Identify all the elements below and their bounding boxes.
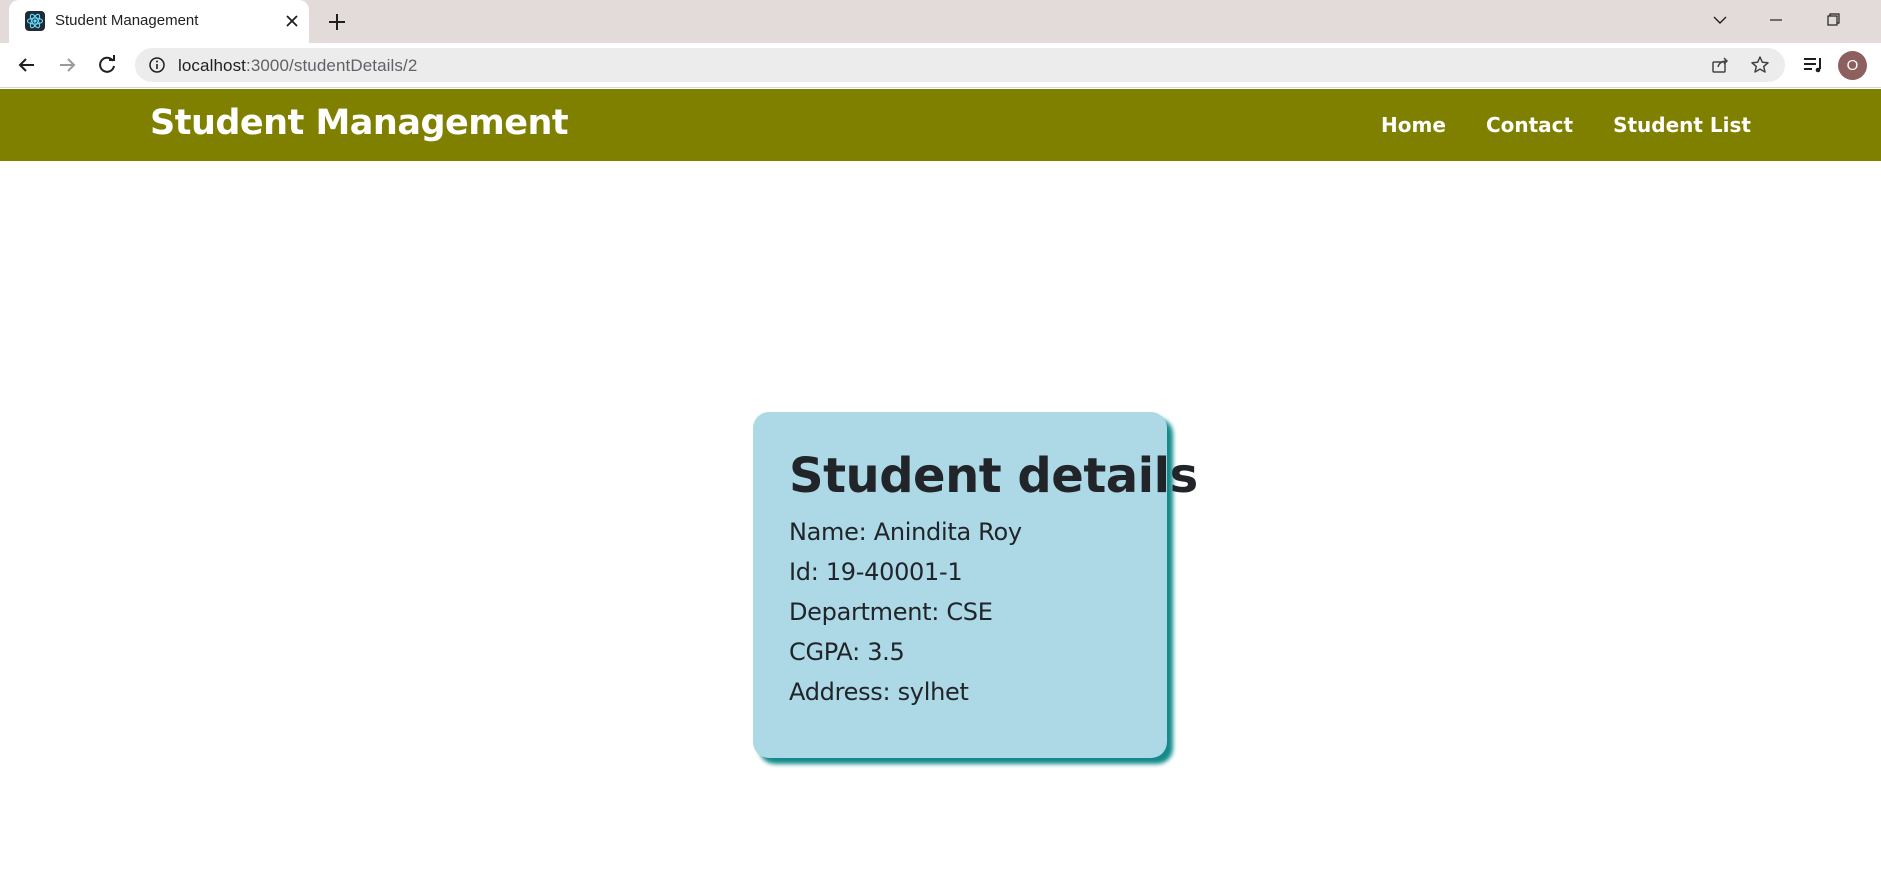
url-text[interactable]: localhost:3000/studentDetails/2 <box>178 56 417 76</box>
student-department: Department: CSE <box>789 598 993 626</box>
browser-toolbar: localhost:3000/studentDetails/2 O <box>0 43 1881 88</box>
nav-links: Home Contact Student List <box>1381 89 1751 161</box>
close-icon[interactable] <box>281 10 303 32</box>
share-icon[interactable] <box>1710 55 1730 75</box>
browser-tab[interactable]: Student Management <box>9 0 309 43</box>
address-bar[interactable]: localhost:3000/studentDetails/2 <box>135 48 1785 82</box>
react-favicon-icon <box>25 11 45 31</box>
card-title: Student details <box>789 448 1198 504</box>
forward-arrow-icon[interactable] <box>54 52 80 78</box>
reading-list-icon[interactable] <box>1801 53 1825 77</box>
student-details-card: Student details Name: Anindita Roy Id: 1… <box>753 412 1198 758</box>
restore-icon[interactable] <box>1819 8 1847 32</box>
url-host: localhost <box>178 56 246 75</box>
student-cgpa: CGPA: 3.5 <box>789 638 905 666</box>
tab-title: Student Management <box>55 12 199 29</box>
nav-link-contact[interactable]: Contact <box>1486 113 1573 137</box>
chevron-down-icon[interactable] <box>1706 8 1734 32</box>
info-icon[interactable] <box>148 56 166 74</box>
reload-icon[interactable] <box>94 52 120 78</box>
profile-avatar[interactable]: O <box>1838 51 1867 80</box>
app-navbar: Student Management Home Contact Student … <box>0 89 1881 161</box>
browser-tab-strip: Student Management <box>0 0 1881 43</box>
student-id: Id: 19-40001-1 <box>789 558 963 586</box>
student-name: Name: Anindita Roy <box>789 518 1022 546</box>
url-path: :3000/studentDetails/2 <box>246 56 418 75</box>
student-address: Address: sylhet <box>789 678 969 706</box>
star-icon[interactable] <box>1750 55 1770 75</box>
nav-link-home[interactable]: Home <box>1381 113 1446 137</box>
plus-icon[interactable] <box>325 10 349 34</box>
nav-link-student-list[interactable]: Student List <box>1613 113 1751 137</box>
back-arrow-icon[interactable] <box>14 52 40 78</box>
minimize-icon[interactable] <box>1762 8 1790 32</box>
brand-title[interactable]: Student Management <box>150 103 569 143</box>
